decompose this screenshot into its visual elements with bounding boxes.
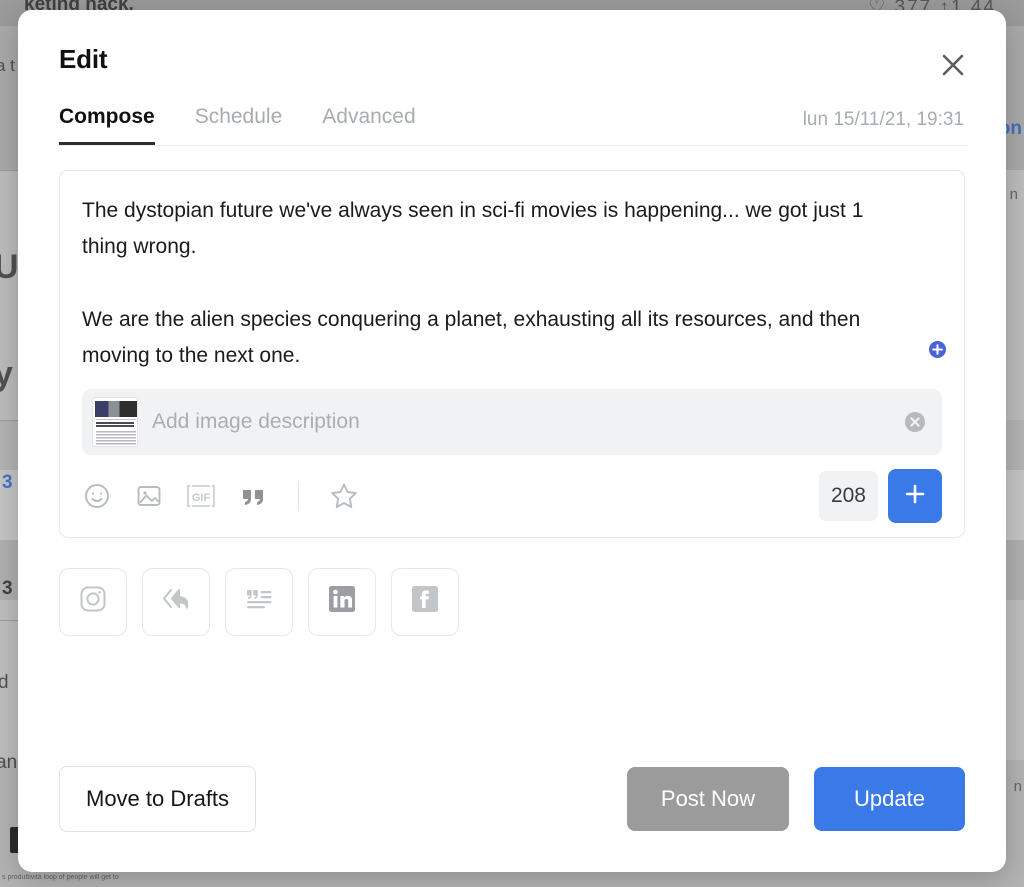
update-button[interactable]: Update bbox=[814, 767, 965, 831]
edit-post-modal: Edit Compose Schedule Advanced lun 15/11… bbox=[18, 10, 1006, 872]
compose-toolbar: GIF 208 bbox=[82, 468, 942, 523]
toolbar-right-group: 208 bbox=[818, 468, 942, 523]
tab-schedule[interactable]: Schedule bbox=[195, 105, 283, 145]
backdrop-fragment: 3 bbox=[2, 472, 13, 493]
tab-bar: Compose Schedule Advanced lun 15/11/21, … bbox=[59, 105, 968, 146]
modal-footer: Move to Drafts Post Now Update bbox=[18, 766, 1006, 872]
backdrop-fragment: y bbox=[0, 355, 13, 393]
channel-linkedin[interactable] bbox=[308, 567, 376, 636]
backdrop-fragment: U bbox=[0, 248, 19, 286]
thumbnail-rule bbox=[96, 418, 136, 421]
attachment-row bbox=[82, 388, 942, 455]
page-title: Edit bbox=[59, 44, 108, 74]
backdrop-fineprint: s produttività loop of people will get t… bbox=[2, 873, 119, 881]
remove-circle-icon[interactable] bbox=[904, 411, 926, 433]
move-to-drafts-button[interactable]: Move to Drafts bbox=[59, 766, 257, 832]
close-button[interactable] bbox=[936, 48, 970, 82]
quote-icon[interactable] bbox=[238, 481, 268, 511]
add-post-button[interactable] bbox=[888, 468, 942, 523]
scheduled-datetime: lun 15/11/21, 19:31 bbox=[802, 109, 964, 130]
emoji-icon[interactable] bbox=[82, 481, 112, 511]
tab-compose[interactable]: Compose bbox=[59, 105, 155, 145]
modal-body: The dystopian future we've always seen i… bbox=[18, 146, 1006, 766]
thumbnail-photo bbox=[95, 400, 137, 417]
instagram-icon bbox=[78, 584, 108, 619]
backdrop-fragment: n bbox=[1013, 778, 1022, 795]
toolbar-divider bbox=[298, 480, 299, 511]
article-thumbnail[interactable] bbox=[92, 396, 138, 447]
linkedin-icon bbox=[328, 585, 356, 618]
image-description-input[interactable] bbox=[152, 409, 890, 434]
thread-icon bbox=[160, 584, 192, 619]
channel-blog[interactable] bbox=[225, 567, 293, 636]
circle-plus-icon[interactable] bbox=[929, 341, 946, 358]
channel-instagram[interactable] bbox=[59, 567, 127, 636]
backdrop-fragment: a t bbox=[0, 56, 15, 75]
backdrop-fragment: 3 bbox=[2, 578, 13, 599]
star-icon[interactable] bbox=[329, 481, 359, 511]
post-text-editor[interactable]: The dystopian future we've always seen i… bbox=[82, 193, 942, 375]
facebook-icon bbox=[411, 585, 439, 618]
footer-actions: Post Now Update bbox=[626, 767, 965, 831]
channel-thread[interactable] bbox=[142, 567, 210, 636]
blog-icon bbox=[244, 586, 274, 617]
post-now-button[interactable]: Post Now bbox=[626, 767, 790, 831]
backdrop-fragment: n bbox=[1009, 186, 1018, 203]
close-icon bbox=[940, 52, 966, 78]
gif-icon[interactable]: GIF bbox=[186, 481, 216, 511]
image-icon[interactable] bbox=[134, 481, 164, 511]
backdrop-fragment: d bbox=[0, 672, 9, 693]
backdrop-fragment: an bbox=[0, 752, 18, 773]
plus-icon bbox=[902, 481, 928, 510]
svg-text:GIF: GIF bbox=[192, 492, 211, 504]
compose-card: The dystopian future we've always seen i… bbox=[59, 170, 965, 538]
channel-facebook[interactable] bbox=[391, 567, 459, 636]
character-counter: 208 bbox=[818, 470, 878, 521]
thumbnail-headline bbox=[96, 421, 134, 428]
channel-selector bbox=[59, 567, 965, 636]
tab-advanced[interactable]: Advanced bbox=[322, 105, 415, 145]
modal-header: Edit Compose Schedule Advanced lun 15/11… bbox=[18, 10, 1006, 146]
thumbnail-body bbox=[96, 430, 136, 445]
